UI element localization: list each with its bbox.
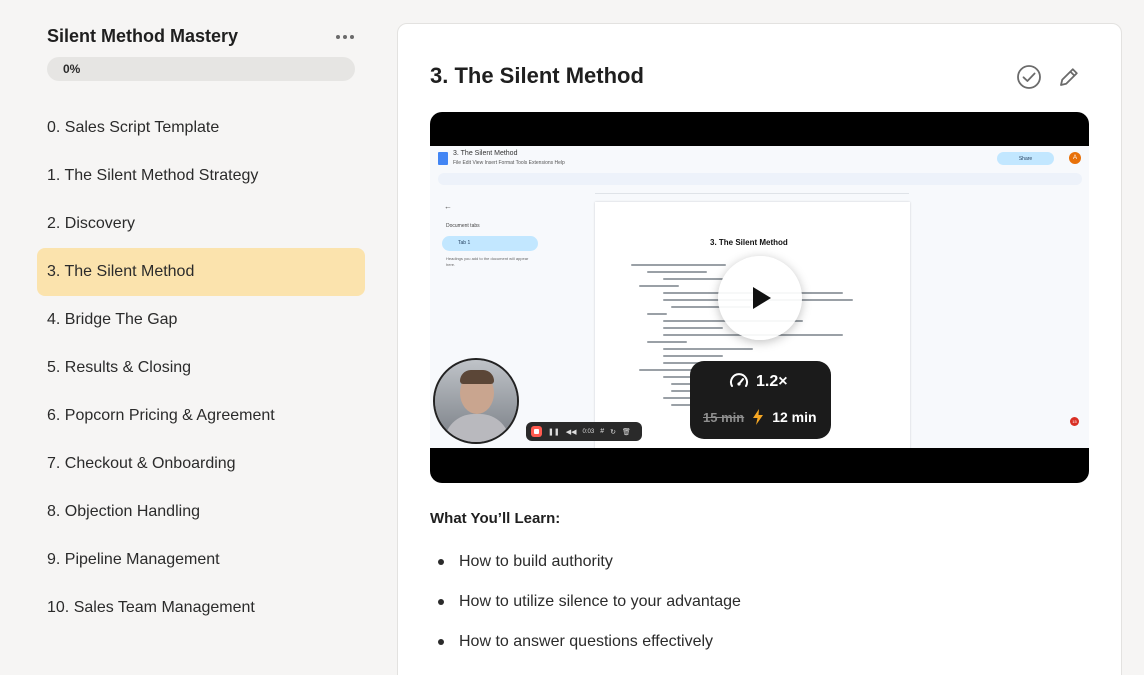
stop-record-icon bbox=[531, 426, 542, 437]
learn-list: How to build authority How to utilize si… bbox=[438, 542, 741, 662]
lesson-item-bridge-the-gap[interactable]: 4. Bridge The Gap bbox=[37, 296, 365, 344]
recorder-time: 0:03 bbox=[582, 428, 595, 435]
grid-icon: # bbox=[600, 428, 605, 435]
pencil-icon[interactable] bbox=[1055, 63, 1083, 91]
doc-tab: Tab 1 bbox=[442, 236, 538, 251]
share-button: Share bbox=[997, 152, 1054, 165]
doc-heading: 3. The Silent Method bbox=[710, 238, 788, 247]
check-circle-icon[interactable] bbox=[1015, 63, 1043, 91]
lesson-item-pipeline-management[interactable]: 9. Pipeline Management bbox=[37, 536, 365, 584]
recorder-control-bar: ❚❚ ◀◀ 0:03 # ↻ 🗑 bbox=[526, 422, 642, 441]
lesson-card: 3. The Silent Method 3. The Silent Metho… bbox=[397, 23, 1122, 675]
lesson-item-sales-script-template[interactable]: 0. Sales Script Template bbox=[37, 104, 365, 152]
speed-value: 1.2× bbox=[756, 373, 788, 390]
speed-gauge-icon bbox=[730, 373, 748, 387]
lesson-item-sales-team-management[interactable]: 10. Sales Team Management bbox=[37, 584, 365, 632]
course-title: Silent Method Mastery bbox=[47, 26, 239, 46]
original-duration: 15 min bbox=[703, 409, 745, 425]
more-options-icon[interactable] bbox=[334, 27, 356, 47]
doc-tab-label: Tab 1 bbox=[458, 240, 471, 246]
back-arrow-icon: ← bbox=[444, 202, 452, 211]
learn-list-item: How to utilize silence to your advantage bbox=[438, 582, 741, 622]
learn-item-text: How to answer questions effectively bbox=[459, 633, 714, 650]
docs-icon bbox=[438, 152, 448, 165]
lesson-video-player[interactable]: 3. The Silent Method File Edit View Inse… bbox=[430, 112, 1089, 483]
bullet bbox=[438, 559, 444, 565]
lesson-title: 3. The Silent Method bbox=[430, 63, 644, 88]
lesson-item-results-closing[interactable]: 5. Results & Closing bbox=[37, 344, 365, 392]
doc-menu: File Edit View Insert Format Tools Exten… bbox=[453, 160, 565, 166]
learn-item-text: How to utilize silence to your advantage bbox=[459, 593, 741, 610]
bullet bbox=[438, 599, 444, 605]
restart-icon: ↻ bbox=[610, 428, 616, 436]
lesson-item-objection-handling[interactable]: 8. Objection Handling bbox=[37, 488, 365, 536]
adjusted-duration: 12 min bbox=[772, 409, 817, 425]
course-progress-bar: 0% bbox=[47, 57, 355, 81]
learn-list-item: How to answer questions effectively bbox=[438, 622, 741, 662]
lightning-icon bbox=[753, 409, 764, 425]
progress-label: 0% bbox=[63, 62, 81, 76]
doc-name: 3. The Silent Method bbox=[453, 150, 518, 157]
bullet bbox=[438, 639, 444, 645]
lesson-list: 0. Sales Script Template 1. The Silent M… bbox=[37, 104, 365, 632]
rewind-icon: ◀◀ bbox=[565, 428, 577, 436]
doc-tab-note: Headings you add to the document will ap… bbox=[446, 256, 529, 267]
webcam-bubble bbox=[433, 358, 519, 444]
lesson-item-silent-method-active[interactable]: 3. The Silent Method bbox=[37, 248, 365, 296]
pause-icon: ❚❚ bbox=[548, 428, 560, 436]
playback-speed-badge[interactable]: 1.2× 15 min 12 min bbox=[690, 361, 831, 439]
doc-toolbar bbox=[438, 173, 1082, 185]
lesson-item-discovery[interactable]: 2. Discovery bbox=[37, 200, 365, 248]
learn-list-item: How to build authority bbox=[438, 542, 741, 582]
doc-tabs-title: Document tabs bbox=[446, 223, 480, 229]
doc-ruler bbox=[595, 188, 909, 194]
lesson-item-checkout-onboarding[interactable]: 7. Checkout & Onboarding bbox=[37, 440, 365, 488]
lesson-item-popcorn-pricing[interactable]: 6. Popcorn Pricing & Agreement bbox=[37, 392, 365, 440]
course-sidebar: Silent Method Mastery 0% 0. Sales Script… bbox=[0, 0, 380, 675]
avatar: A bbox=[1069, 152, 1081, 164]
doc-topbar: 3. The Silent Method File Edit View Inse… bbox=[430, 146, 1089, 172]
notification-badge: 15 bbox=[1070, 417, 1079, 426]
play-icon[interactable] bbox=[718, 256, 802, 340]
learn-heading: What You’ll Learn: bbox=[430, 510, 561, 527]
trash-icon: 🗑 bbox=[621, 428, 631, 436]
learn-item-text: How to build authority bbox=[459, 553, 613, 570]
lesson-item-silent-method-strategy[interactable]: 1. The Silent Method Strategy bbox=[37, 152, 365, 200]
